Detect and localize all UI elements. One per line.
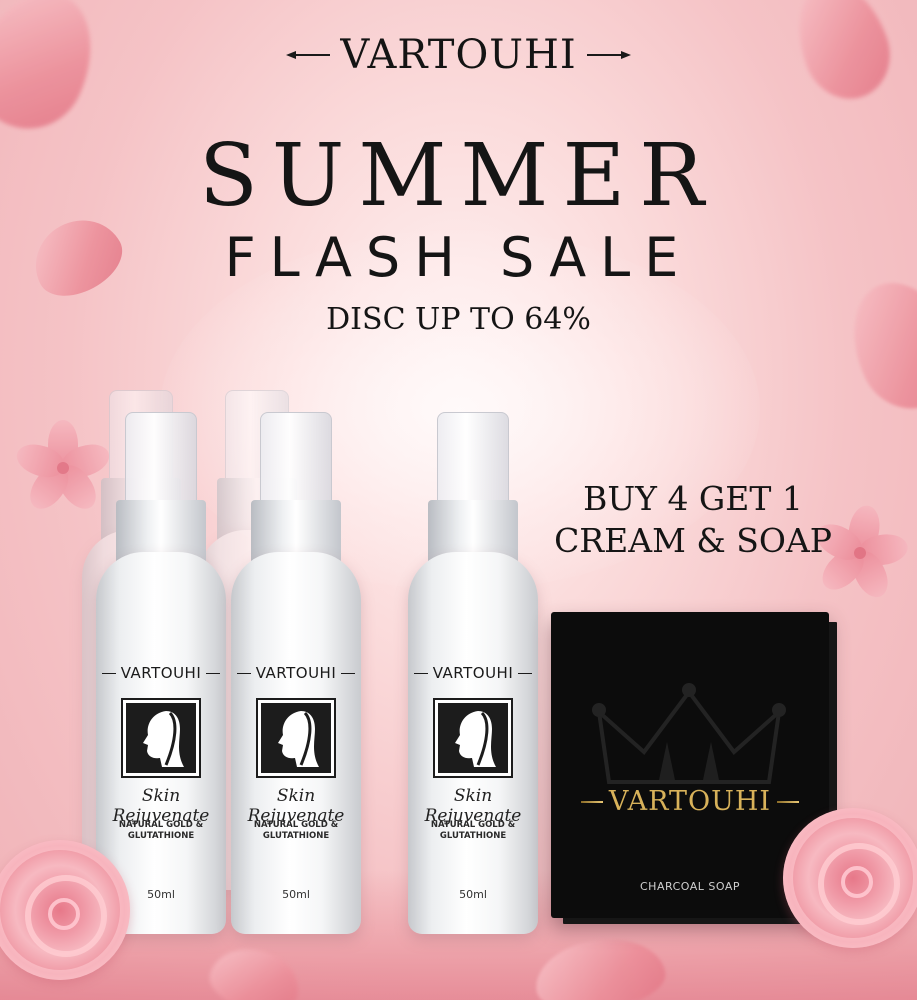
headline-summer: SUMMER (198, 126, 719, 226)
woman-silhouette-icon (121, 698, 201, 778)
crown-icon (592, 683, 786, 784)
product-volume: 50ml (282, 888, 310, 901)
bottle-cap (260, 412, 332, 504)
product-bottle: VARTOUHI Skin Rejuvenate NATURAL GOLD & … (231, 412, 361, 934)
sale-banner: VARTOUHI SUMMER FLASH SALE DISC UP TO 64… (0, 0, 917, 1000)
headline-flash-sale: FLASH SALE (224, 226, 693, 289)
bottle-brand: VARTOUHI (231, 664, 361, 682)
product-ingredients: NATURAL GOLD & GLUTATHIONE (430, 820, 516, 841)
brand-name: VARTOUHI (340, 32, 577, 78)
product-bottle: VARTOUHI Skin Rejuvenate NATURAL GOLD & … (408, 412, 538, 934)
promo-line-bonus: CREAM & SOAP (554, 521, 832, 560)
product-bottle: VARTOUHI Skin Rejuvenate NATURAL GOLD & … (96, 412, 226, 934)
woman-silhouette-icon (256, 698, 336, 778)
soap-brand: VARTOUHI (551, 786, 829, 817)
product-ingredients: NATURAL GOLD & GLUTATHIONE (118, 820, 204, 841)
bottle-brand: VARTOUHI (96, 664, 226, 682)
discount-text: DISC UP TO 64% (326, 302, 591, 337)
promo-line-buy: BUY 4 GET 1 (583, 479, 803, 518)
bottle-cap (125, 412, 197, 504)
bottle-cap (437, 412, 509, 504)
brand-logo: VARTOUHI (0, 32, 917, 78)
product-ingredients: NATURAL GOLD & GLUTATHIONE (253, 820, 339, 841)
woman-silhouette-icon (433, 698, 513, 778)
logo-line-right (586, 51, 631, 59)
rose-icon (783, 808, 917, 948)
logo-line-left (286, 51, 331, 59)
bottle-brand: VARTOUHI (408, 664, 538, 682)
product-volume: 50ml (459, 888, 487, 901)
promo-text: BUY 4 GET 1 CREAM & SOAP (548, 478, 838, 562)
